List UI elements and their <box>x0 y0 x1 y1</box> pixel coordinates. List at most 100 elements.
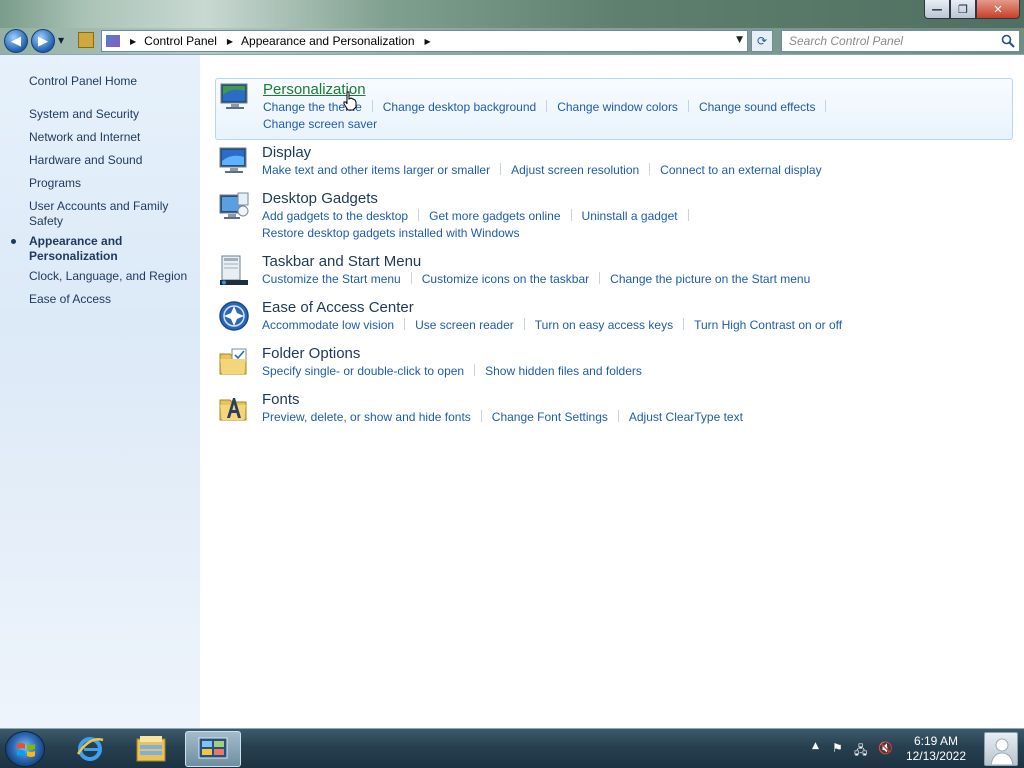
link-make-text-larger[interactable]: Make text and other items larger or smal… <box>262 163 490 177</box>
category-display[interactable]: Display Make text and other items larger… <box>215 143 1013 183</box>
personalization-links: Change the theme Change desktop backgroun… <box>263 99 1003 133</box>
refresh-button[interactable]: ⟳ <box>751 30 773 52</box>
address-dropdown-icon[interactable]: ▼ <box>736 35 743 45</box>
link-change-window-colors[interactable]: Change window colors <box>557 100 678 114</box>
taskbar-title-link[interactable]: Taskbar and Start Menu <box>262 253 421 270</box>
category-desktop-gadgets[interactable]: Desktop Gadgets Add gadgets to the deskt… <box>215 189 1013 241</box>
category-ease-of-access-center[interactable]: Ease of Access Center Accommodate low vi… <box>215 298 1013 338</box>
control-panel-window: Control Panel Home System and Security N… <box>0 54 1024 729</box>
taskbar-control-panel[interactable] <box>185 731 241 767</box>
category-fonts[interactable]: Fonts Preview, delete, or show and hide … <box>215 390 1013 430</box>
link-change-sound-effects[interactable]: Change sound effects <box>699 100 816 114</box>
link-adjust-cleartype[interactable]: Adjust ClearType text <box>629 410 743 424</box>
sidebar-item-control-panel-home[interactable]: Control Panel Home <box>29 74 197 89</box>
breadcrumb-separator-icon[interactable]: ▶ <box>227 37 233 46</box>
close-button[interactable]: ✕ <box>976 0 1020 19</box>
taskbar-internet-explorer[interactable] <box>62 731 118 767</box>
action-center-flag-icon[interactable]: ⚑ <box>832 741 843 755</box>
back-arrow-icon: ◀ <box>11 33 21 49</box>
breadcrumb-appearance-and-personalization[interactable]: Appearance and Personalization <box>241 34 414 48</box>
fonts-links: Preview, delete, or show and hide fonts C… <box>262 409 1002 426</box>
link-accommodate-low-vision[interactable]: Accommodate low vision <box>262 318 394 332</box>
breadcrumb-separator-icon[interactable]: ▶ <box>425 37 431 46</box>
divider <box>825 100 827 112</box>
desktop-gadgets-icon <box>219 192 249 219</box>
link-change-screen-saver[interactable]: Change screen saver <box>263 117 377 131</box>
link-change-font-settings[interactable]: Change Font Settings <box>492 410 608 424</box>
minimize-button[interactable]: — <box>924 0 950 19</box>
sidebar-item-hardware-and-sound[interactable]: Hardware and Sound <box>29 153 197 168</box>
volume-muted-icon[interactable]: 🔇 <box>878 741 893 755</box>
link-add-gadgets[interactable]: Add gadgets to the desktop <box>262 209 408 223</box>
network-icon[interactable]: 🖧 <box>854 741 867 762</box>
taskbar-windows-explorer[interactable] <box>123 731 179 767</box>
control-panel-icon <box>198 737 228 759</box>
breadcrumb-control-panel[interactable]: Control Panel <box>144 34 217 48</box>
sidebar-item-clock-language-region[interactable]: Clock, Language, and Region <box>29 269 197 284</box>
sidebar-item-user-accounts[interactable]: User Accounts and Family Safety <box>29 199 179 229</box>
link-preview-fonts[interactable]: Preview, delete, or show and hide fonts <box>262 410 471 424</box>
category-taskbar-and-start-menu[interactable]: Taskbar and Start Menu Customize the Sta… <box>215 252 1013 292</box>
link-get-more-gadgets[interactable]: Get more gadgets online <box>429 209 560 223</box>
taskbar: ▲ ⚑ 🖧 🔇 6:19 AM 12/13/2022 <box>0 728 1024 768</box>
link-customize-start-menu[interactable]: Customize the Start menu <box>262 272 401 286</box>
clock[interactable]: 6:19 AM 12/13/2022 <box>906 734 966 764</box>
link-change-desktop-background[interactable]: Change desktop background <box>383 100 536 114</box>
search-box[interactable] <box>781 30 1020 52</box>
up-folder-icon[interactable] <box>78 32 94 48</box>
address-bar[interactable]: ▶ Control Panel ▶ Appearance and Persona… <box>101 30 748 52</box>
sidebar-item-programs[interactable]: Programs <box>29 176 197 191</box>
display-title-link[interactable]: Display <box>262 144 311 161</box>
show-hidden-icons-icon[interactable]: ▲ <box>812 741 819 751</box>
title-bar: — ❐ ✕ <box>0 0 1024 28</box>
link-use-screen-reader[interactable]: Use screen reader <box>415 318 514 332</box>
fonts-title-link[interactable]: Fonts <box>262 391 300 408</box>
link-adjust-screen-resolution[interactable]: Adjust screen resolution <box>511 163 639 177</box>
ease-of-access-links: Accommodate low vision Use screen reader T… <box>262 317 1002 334</box>
link-customize-taskbar-icons[interactable]: Customize icons on the taskbar <box>422 272 589 286</box>
back-button[interactable]: ◀ <box>4 29 28 53</box>
divider <box>649 163 651 175</box>
divider <box>500 163 502 175</box>
restore-button[interactable]: ❐ <box>950 0 976 19</box>
personalization-icon <box>220 83 248 109</box>
start-button[interactable] <box>5 731 45 767</box>
divider <box>371 100 373 112</box>
divider <box>546 100 548 112</box>
sidebar: Control Panel Home System and Security N… <box>0 55 200 729</box>
internet-explorer-icon <box>76 737 104 761</box>
folder-options-title-link[interactable]: Folder Options <box>262 345 360 362</box>
taskbar-icon <box>220 255 248 285</box>
link-connect-external-display[interactable]: Connect to an external display <box>660 163 821 177</box>
sidebar-item-ease-of-access[interactable]: Ease of Access <box>29 292 197 307</box>
sidebar-item-system-and-security[interactable]: System and Security <box>29 107 197 122</box>
desktop-gadgets-title-link[interactable]: Desktop Gadgets <box>262 190 378 207</box>
ease-of-access-title-link[interactable]: Ease of Access Center <box>262 299 414 316</box>
windows-explorer-icon <box>136 736 166 762</box>
link-high-contrast[interactable]: Turn High Contrast on or off <box>694 318 842 332</box>
sidebar-item-appearance-and-personalization[interactable]: Appearance and Personalization <box>29 234 139 264</box>
divider <box>570 209 572 221</box>
forward-button[interactable]: ▶ <box>31 29 55 53</box>
breadcrumb-separator-icon[interactable]: ▶ <box>130 37 136 46</box>
main-content: Personalization Change the theme Change d… <box>200 55 1024 729</box>
divider <box>523 318 525 330</box>
search-icon[interactable] <box>1001 34 1015 48</box>
link-uninstall-gadget[interactable]: Uninstall a gadget <box>582 209 678 223</box>
divider <box>404 318 406 330</box>
link-show-hidden-files[interactable]: Show hidden files and folders <box>485 364 642 378</box>
taskbar-links: Customize the Start menu Customize icons … <box>262 271 1002 288</box>
divider <box>687 209 689 221</box>
category-folder-options[interactable]: Folder Options Specify single- or double… <box>215 344 1013 384</box>
search-input[interactable] <box>789 34 989 48</box>
category-personalization[interactable]: Personalization Change the theme Change d… <box>215 78 1013 140</box>
show-desktop-user-icon[interactable] <box>984 732 1018 766</box>
recent-pages-dropdown-icon[interactable]: ▼ <box>58 36 64 45</box>
sidebar-item-network-and-internet[interactable]: Network and Internet <box>29 130 197 145</box>
link-restore-gadgets[interactable]: Restore desktop gadgets installed with W… <box>262 226 519 240</box>
divider <box>480 410 482 422</box>
hand-cursor-icon <box>343 91 357 111</box>
link-easy-access-keys[interactable]: Turn on easy access keys <box>535 318 673 332</box>
link-change-start-menu-picture[interactable]: Change the picture on the Start menu <box>610 272 810 286</box>
link-single-double-click[interactable]: Specify single- or double-click to open <box>262 364 464 378</box>
